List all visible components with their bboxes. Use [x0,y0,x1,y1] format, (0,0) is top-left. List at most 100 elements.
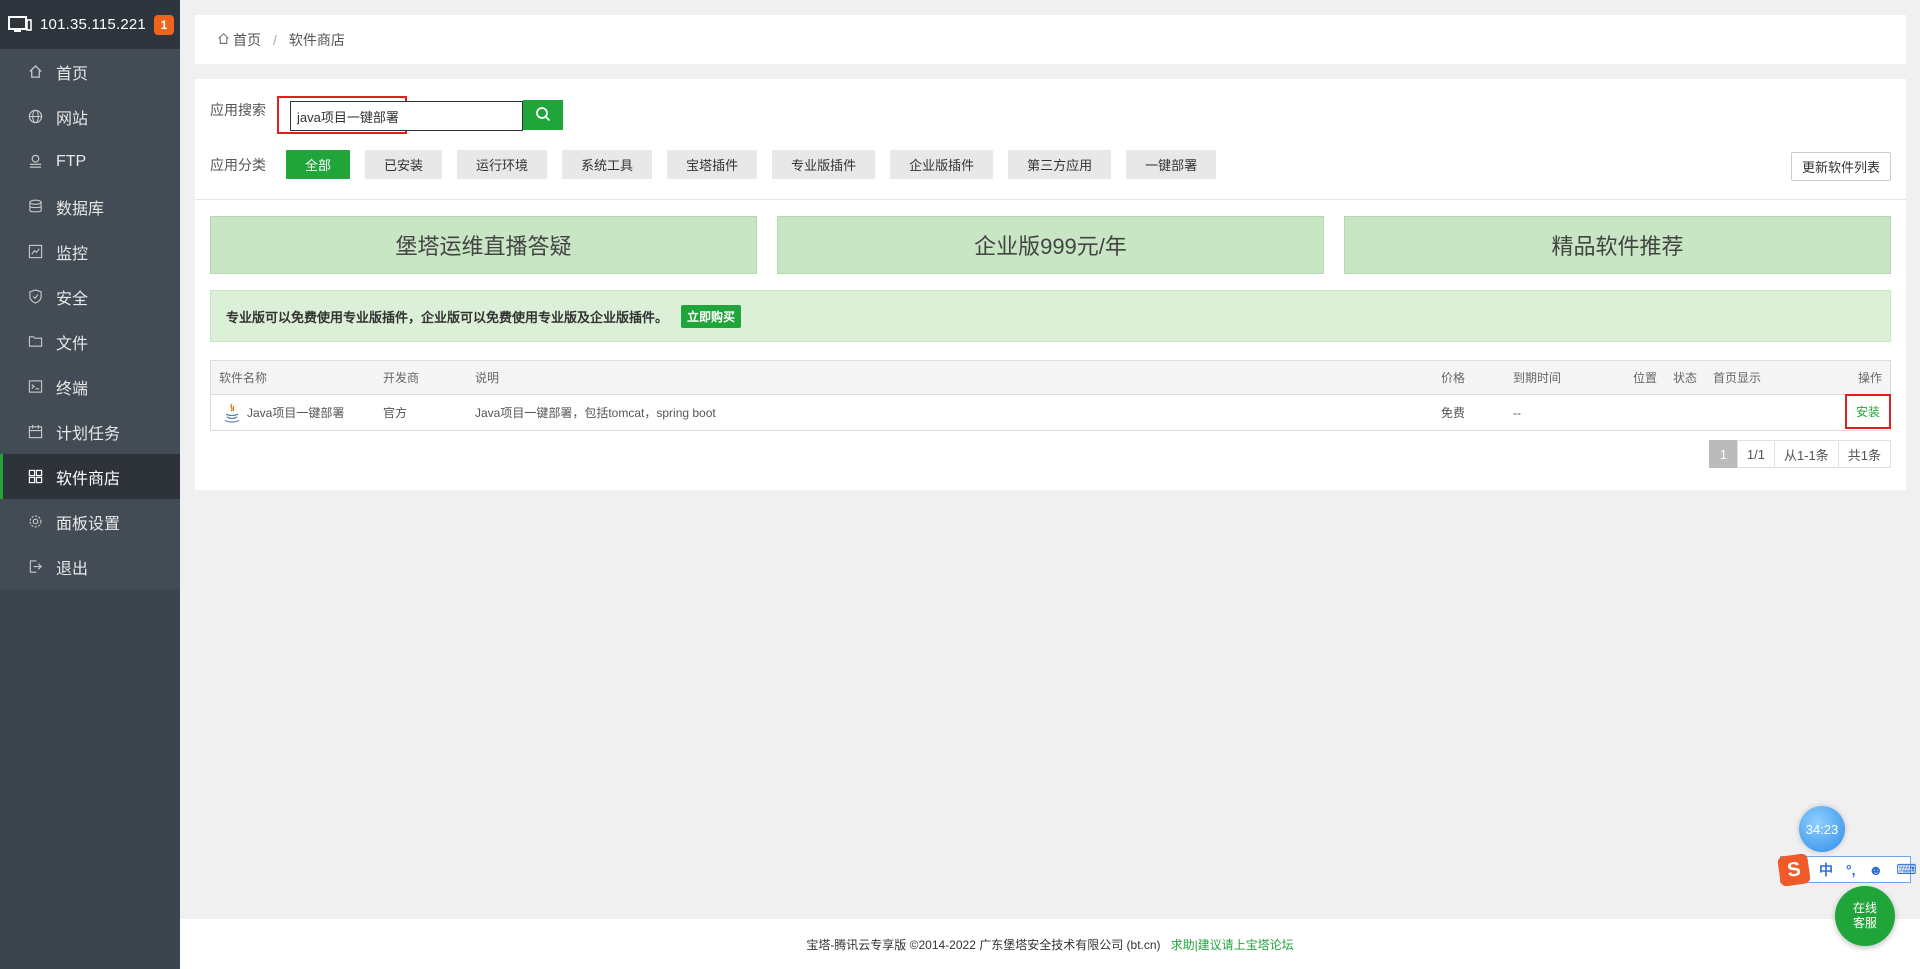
header-action: 操作 [1857,371,1882,385]
search-input[interactable] [290,101,523,131]
category-row: 应用分类 全部 已安装 运行环境 系统工具 宝塔插件 专业版插件 企业版插件 第… [210,150,1231,179]
developer-cell: 官方 [383,406,408,420]
description-cell: Java项目一键部署，包括tomcat，spring boot [475,406,716,420]
sidebar-item-label: 监控 [56,245,89,263]
sidebar-item-label: 面板设置 [56,515,121,533]
forum-link[interactable]: 求助|建议请上宝塔论坛 [1171,936,1294,953]
sidebar-item-label: 终端 [56,380,89,398]
home-icon [217,32,230,48]
sidebar-item-label: 计划任务 [56,425,121,443]
sidebar-item-logout[interactable]: 退出 [0,544,180,589]
category-installed[interactable]: 已安装 [365,150,443,179]
category-third-party[interactable]: 第三方应用 [1008,150,1112,179]
sidebar-item-home[interactable]: 首页 [0,49,180,94]
sidebar-item-database[interactable]: 数据库 [0,184,180,229]
sidebar-item-label: 软件商店 [56,470,121,488]
category-pro-plugins[interactable]: 专业版插件 [772,150,876,179]
emoji-icon[interactable]: ☻ [1869,862,1884,878]
category-all[interactable]: 全部 [286,150,351,179]
server-ip: 101.35.115.221 [40,16,146,33]
page-current[interactable]: 1 [1708,440,1738,468]
banner-live-qa[interactable]: 堡塔运维直播答疑 [210,216,757,274]
shield-icon [27,289,43,305]
category-bt-plugins[interactable]: 宝塔插件 [667,150,758,179]
sidebar: 101.35.115.221 1 首页 网站 FTP 数据库 监控 安全 文件 … [0,0,180,969]
gear-icon [27,514,43,530]
timer-widget[interactable]: 34:23 [1799,806,1845,852]
category-runtime[interactable]: 运行环境 [457,150,548,179]
sidebar-item-website[interactable]: 网站 [0,94,180,139]
monitor-icon [8,15,32,34]
sidebar-item-panel-settings[interactable]: 面板设置 [0,499,180,544]
terminal-icon [27,379,43,395]
ime-items: 中 °, ☻ ⌨ [1819,860,1916,880]
sidebar-item-files[interactable]: 文件 [0,319,180,364]
sidebar-item-label: 网站 [56,110,89,128]
software-table: 软件名称 开发商 说明 价格 到期时间 位置 状态 首页显示 操作 Java项目… [210,360,1891,431]
footer: 宝塔-腾讯云专享版 ©2014-2022 广东堡塔安全技术有限公司 (bt.cn… [180,919,1920,969]
globe-icon [27,109,43,125]
sidebar-item-ftp[interactable]: FTP [0,139,180,184]
category-enterprise-plugins[interactable]: 企业版插件 [890,150,994,179]
category-label: 应用分类 [210,156,266,173]
sidebar-item-label: 文件 [56,335,89,353]
category-one-click-deploy[interactable]: 一键部署 [1126,150,1217,179]
software-store-panel: 应用搜索 应用分类 全部 已安装 运行环境 系统工具 宝塔插件 专业版插件 企业… [195,79,1906,490]
header-homepage: 首页显示 [1713,371,1762,385]
sidebar-item-label: FTP [56,152,87,170]
breadcrumb-separator: / [273,31,277,48]
buy-now-button[interactable]: 立即购买 [681,304,742,328]
calendar-icon [27,424,43,440]
online-service-line1: 在线 [1852,901,1877,915]
banner-recommended-software[interactable]: 精品软件推荐 [1344,216,1891,274]
page-range: 从1-1条 [1773,440,1839,468]
sidebar-item-label: 首页 [56,65,89,83]
header-position: 位置 [1633,371,1658,385]
breadcrumb: 首页 / 软件商店 [195,15,1906,64]
header-price: 价格 [1441,371,1466,385]
divider [195,199,1906,200]
sidebar-item-terminal[interactable]: 终端 [0,364,180,409]
header-name: 软件名称 [219,371,268,385]
software-name[interactable]: Java项目一键部署 [247,404,344,421]
refresh-software-list-button[interactable]: 更新软件列表 [1790,152,1891,181]
sogou-logo-icon: S [1777,853,1811,887]
sidebar-menu: 首页 网站 FTP 数据库 监控 安全 文件 终端 计划任务 软件商店 面板设置… [0,49,180,589]
page-count: 1/1 [1736,440,1775,468]
ime-toolbar[interactable]: S 中 °, ☻ ⌨ [1777,853,1916,887]
database-icon [27,199,43,215]
sidebar-item-label: 安全 [56,290,89,308]
banner-row: 堡塔运维直播答疑 企业版999元/年 精品软件推荐 [210,216,1891,274]
sidebar-item-label: 退出 [56,560,89,578]
java-icon [223,403,241,423]
sidebar-item-monitor[interactable]: 监控 [0,229,180,274]
table-header: 软件名称 开发商 说明 价格 到期时间 位置 状态 首页显示 操作 [211,361,1890,395]
category-system-tools[interactable]: 系统工具 [562,150,653,179]
sidebar-item-cron[interactable]: 计划任务 [0,409,180,454]
header-status: 状态 [1673,371,1698,385]
search-label: 应用搜索 [210,102,266,118]
banner-enterprise-price[interactable]: 企业版999元/年 [777,216,1324,274]
install-button[interactable]: 安装 [1845,394,1891,429]
search-row: 应用搜索 [210,100,286,120]
pro-notice: 专业版可以免费使用专业版插件，企业版可以免费使用专业版及企业版插件。 立即购买 [210,290,1891,342]
online-service-button[interactable]: 在线 客服 [1835,886,1895,946]
expire-cell: -- [1513,405,1521,420]
notice-text: 专业版可以免费使用专业版插件，企业版可以免费使用专业版及企业版插件。 [226,309,669,325]
footer-copyright: 宝塔-腾讯云专享版 ©2014-2022 广东堡塔安全技术有限公司 (bt.cn… [806,937,1161,952]
price-cell: 免费 [1441,406,1466,420]
chart-monitor-icon [27,244,43,260]
punctuation-icon[interactable]: °, [1846,862,1856,878]
sidebar-item-security[interactable]: 安全 [0,274,180,319]
server-header: 101.35.115.221 1 [0,0,180,49]
search-button[interactable] [523,100,563,130]
breadcrumb-current: 软件商店 [288,31,345,48]
logout-icon [27,559,43,575]
sidebar-item-label: 数据库 [56,200,105,218]
page-total: 共1条 [1837,440,1891,468]
notification-badge[interactable]: 1 [153,14,174,35]
breadcrumb-home-link[interactable]: 首页 [233,30,261,50]
sidebar-item-software-store[interactable]: 软件商店 [0,454,180,499]
ime-mode[interactable]: 中 [1819,860,1833,880]
keyboard-icon[interactable]: ⌨ [1896,861,1916,878]
